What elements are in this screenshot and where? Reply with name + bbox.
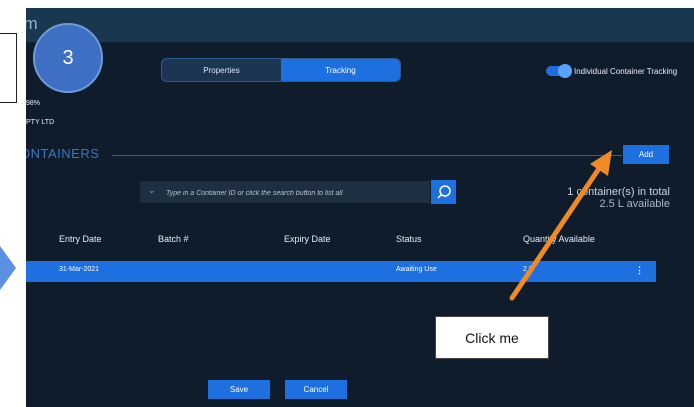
pointer-triangle-icon: [0, 246, 16, 290]
tab-properties[interactable]: Properties: [162, 59, 281, 81]
step-number-badge: 3: [33, 23, 103, 93]
tab-tracking[interactable]: Tracking: [281, 59, 400, 81]
individual-tracking-toggle[interactable]: [546, 64, 572, 78]
column-header-batch[interactable]: Batch #: [158, 234, 189, 244]
percentage-value: 98%: [26, 100, 41, 107]
cell-status: Awaiting Use: [396, 266, 437, 273]
container-search: ⌄: [140, 181, 430, 203]
containers-section-title: ONTAINERS: [26, 146, 100, 161]
column-header-entry-date[interactable]: Entry Date: [59, 234, 102, 244]
more-vertical-icon[interactable]: ⋮: [635, 265, 644, 276]
cancel-button[interactable]: Cancel: [285, 380, 347, 399]
callout-box: [0, 33, 17, 103]
cell-entry-date: 31-Mar-2021: [59, 266, 100, 273]
annotation-arrow-icon: [509, 150, 612, 301]
page-title: em: [26, 14, 38, 33]
container-search-input[interactable]: [164, 184, 428, 202]
search-button[interactable]: [431, 180, 456, 204]
company-name: PTY LTD: [26, 119, 55, 126]
column-header-status[interactable]: Status: [396, 234, 422, 244]
toggle-knob: [558, 64, 572, 78]
search-icon: [436, 185, 451, 199]
header-bar: em: [26, 8, 694, 42]
save-button[interactable]: Save: [208, 380, 270, 399]
column-header-expiry-date[interactable]: Expiry Date: [284, 234, 331, 244]
toggle-label: Individual Container Tracking: [574, 67, 678, 76]
tab-switcher: Properties Tracking: [161, 58, 401, 82]
chevron-down-icon[interactable]: ⌄: [148, 185, 156, 196]
click-me-callout: Click me: [435, 316, 549, 359]
